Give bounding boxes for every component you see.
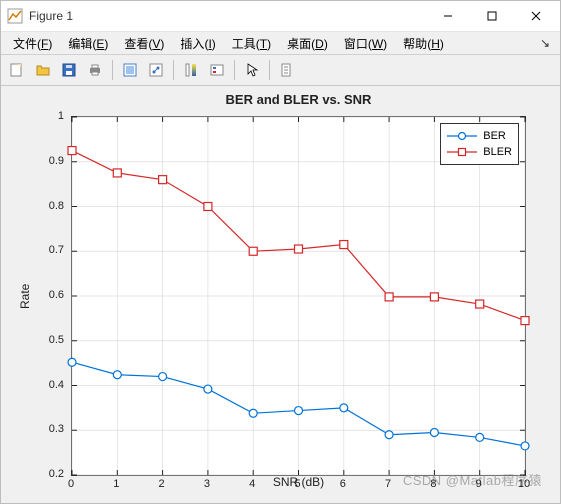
y-tick-label: 0.5 [34,334,64,346]
toolbar [1,55,560,86]
y-axis-label: Rate [15,116,35,476]
chart-title: BER and BLER vs. SNR [71,92,526,107]
insert-colorbar-icon[interactable] [179,58,203,82]
toolbar-separator [173,60,174,80]
x-tick-label: 10 [518,478,530,490]
x-tick-label: 6 [340,478,346,490]
x-tick-label: 4 [249,478,255,490]
y-tick-label: 0.4 [34,379,64,391]
toolbar-separator [269,60,270,80]
y-tick-label: 0.3 [34,423,64,435]
window-title: Figure 1 [29,9,426,23]
legend-entry-bler[interactable]: BLER [447,144,512,160]
x-tick-label: 2 [159,478,165,490]
insert-legend-icon[interactable] [205,58,229,82]
save-icon[interactable] [57,58,81,82]
x-tick-label: 0 [68,478,74,490]
legend-swatch-ber [447,129,477,143]
new-figure-icon[interactable] [5,58,29,82]
menu-tools[interactable]: 工具(T) [224,33,279,54]
toolbar-separator [234,60,235,80]
link-icon[interactable] [144,58,168,82]
figure-canvas[interactable]: BER and BLER vs. SNR Rate BER BLE [1,86,560,503]
menu-view[interactable]: 查看(V) [116,33,172,54]
menu-overflow-icon[interactable]: ↘ [534,36,556,50]
insert-icon[interactable] [275,58,299,82]
pointer-icon[interactable] [240,58,264,82]
x-tick-label: 5 [294,478,300,490]
open-icon[interactable] [31,58,55,82]
menu-file[interactable]: 文件(F) [5,33,60,54]
plot-area [72,117,525,475]
menu-window[interactable]: 窗口(W) [336,33,395,54]
y-tick-label: 0.6 [34,289,64,301]
print-icon[interactable] [83,58,107,82]
minimize-button[interactable] [426,1,470,31]
menu-desktop[interactable]: 桌面(D) [279,33,336,54]
legend-label-bler: BLER [483,146,512,158]
app-icon [7,8,23,24]
edit-plot-icon[interactable] [118,58,142,82]
title-bar: Figure 1 [1,1,560,32]
y-tick-label: 0.8 [34,200,64,212]
figure-window: Figure 1 文件(F) 编辑(E) 查看(V) 插入(I) 工具(T) 桌… [0,0,561,504]
toolbar-separator [112,60,113,80]
y-tick-label: 0.9 [34,155,64,167]
menu-bar: 文件(F) 编辑(E) 查看(V) 插入(I) 工具(T) 桌面(D) 窗口(W… [1,32,560,55]
y-tick-label: 0.7 [34,244,64,256]
x-tick-label: 3 [204,478,210,490]
legend-entry-ber[interactable]: BER [447,128,512,144]
legend-label-ber: BER [483,130,506,142]
menu-edit[interactable]: 编辑(E) [60,33,116,54]
maximize-button[interactable] [470,1,514,31]
x-tick-label: 9 [476,478,482,490]
menu-insert[interactable]: 插入(I) [172,33,223,54]
y-tick-label: 1 [34,110,64,122]
close-button[interactable] [514,1,558,31]
menu-help[interactable]: 帮助(H) [395,33,452,54]
y-tick-label: 0.2 [34,468,64,480]
x-tick-label: 8 [430,478,436,490]
legend[interactable]: BER BLER [440,123,519,165]
x-tick-label: 7 [385,478,391,490]
axes[interactable]: BER BLER [71,116,526,476]
legend-swatch-bler [447,145,477,159]
x-tick-label: 1 [113,478,119,490]
